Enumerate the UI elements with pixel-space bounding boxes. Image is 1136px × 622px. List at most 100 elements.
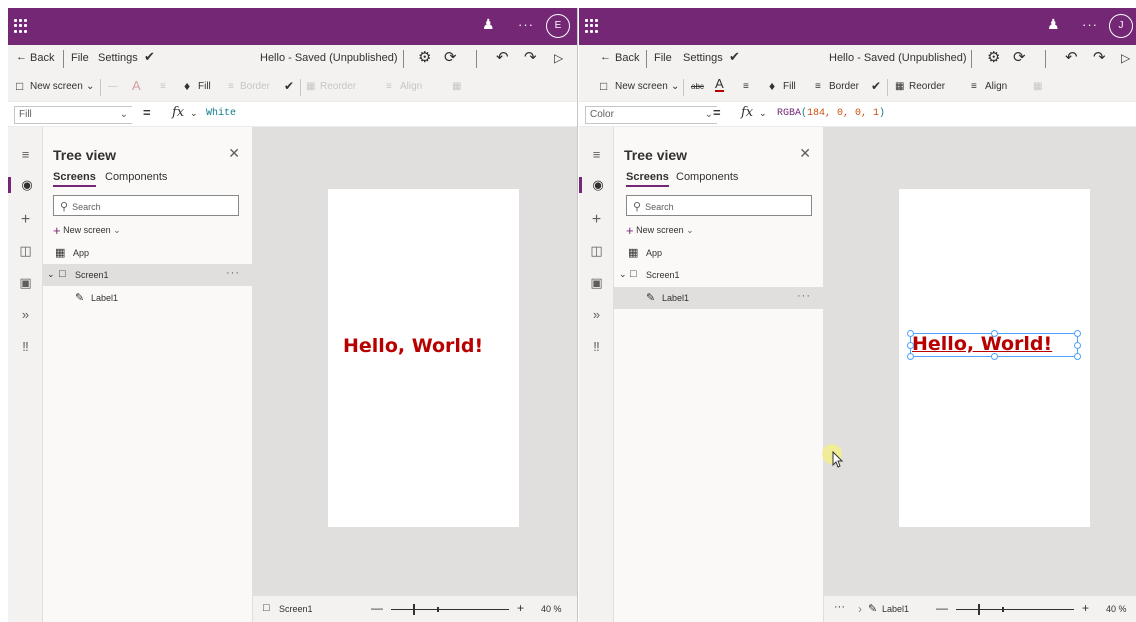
design-canvas[interactable]: Hello, World! [253, 127, 577, 595]
undo-icon[interactable]: ↶ [1065, 48, 1078, 66]
tab-components[interactable]: Components [676, 171, 738, 183]
user-avatar[interactable]: E [546, 14, 570, 38]
new-screen-menu[interactable]: New screen [615, 81, 668, 92]
zoom-in-button[interactable]: + [517, 601, 524, 615]
screen-preview[interactable]: Hello, World! [899, 189, 1090, 527]
chevron-down-icon[interactable]: ⌄ [759, 108, 767, 119]
selected-item[interactable]: Screen1 [279, 604, 313, 614]
media-icon[interactable]: ▣ [8, 275, 43, 291]
tree-item-app[interactable]: ▦ App [43, 242, 252, 264]
group-icon[interactable]: ▦ [452, 81, 461, 92]
chevron-down-icon[interactable]: ⌄ [47, 269, 55, 280]
play-icon[interactable]: ▷ [554, 51, 563, 65]
selected-item[interactable]: Label1 [882, 604, 909, 614]
function-icon[interactable]: fx [741, 105, 753, 120]
text-align-icon[interactable]: ≡ [160, 81, 166, 92]
settings-menu[interactable]: Settings [98, 52, 138, 64]
tree-item-label1[interactable]: ✎ Label1 ··· [614, 287, 823, 309]
formula-input[interactable]: RGBA(184, 0, 0, 1) [777, 108, 885, 119]
collaborators-icon[interactable]: ♟ [482, 16, 495, 33]
new-screen-menu[interactable]: New screen [30, 81, 83, 92]
reorder-menu[interactable]: Reorder [320, 81, 356, 92]
advanced-tools-icon[interactable]: ‼ [8, 339, 43, 354]
app-launcher-icon[interactable] [585, 19, 599, 33]
reorder-menu[interactable]: Reorder [909, 81, 945, 92]
reorder-icon[interactable]: ▦ [306, 81, 315, 92]
close-icon[interactable]: ✕ [799, 145, 811, 162]
zoom-slider-thumb[interactable] [413, 604, 415, 615]
strikethrough-icon[interactable]: — [108, 81, 118, 92]
resize-handle[interactable] [1074, 353, 1081, 360]
tree-item-label1[interactable]: ✎ Label1 [43, 287, 252, 309]
text-align-icon[interactable]: ≡ [743, 81, 749, 92]
breadcrumb-overflow[interactable]: ··· [834, 601, 845, 613]
media-icon[interactable]: ▣ [579, 275, 614, 291]
zoom-out-button[interactable]: — [371, 601, 383, 615]
function-icon[interactable]: fx [172, 105, 184, 120]
align-menu[interactable]: Align [400, 81, 422, 92]
zoom-in-button[interactable]: + [1082, 601, 1089, 615]
search-input[interactable]: ⚲ Search [626, 195, 812, 216]
more-options-icon[interactable]: ··· [797, 290, 811, 302]
chevron-down-icon[interactable]: ⌄ [671, 81, 679, 92]
back-arrow-icon[interactable]: ← [16, 51, 27, 63]
chevron-down-icon[interactable]: ✔ [144, 49, 155, 65]
align-icon[interactable]: ≡ [971, 81, 977, 92]
property-dropdown[interactable]: Color ⌄ [585, 106, 717, 124]
property-dropdown[interactable]: Fill ⌄ [14, 106, 132, 124]
tree-item-app[interactable]: ▦ App [614, 242, 823, 264]
more-options-icon[interactable]: ··· [1082, 17, 1098, 32]
redo-icon[interactable]: ↷ [1093, 48, 1106, 66]
font-color-icon[interactable]: A [132, 78, 141, 93]
resize-handle[interactable] [991, 353, 998, 360]
file-menu[interactable]: File [654, 52, 672, 64]
zoom-out-button[interactable]: — [936, 601, 948, 615]
label-hello-world[interactable]: Hello, World! [912, 333, 1052, 355]
hamburger-icon[interactable]: ≡ [579, 147, 614, 162]
data-icon[interactable]: ◫ [579, 243, 614, 259]
app-checker-icon[interactable]: ⚙ [987, 48, 1000, 66]
resize-handle[interactable] [907, 342, 914, 349]
more-options-icon[interactable]: ··· [226, 267, 240, 279]
app-launcher-icon[interactable] [14, 19, 28, 33]
screen-preview[interactable]: Hello, World! [328, 189, 519, 527]
more-options-icon[interactable]: ··· [518, 17, 534, 32]
resize-handle[interactable] [1074, 342, 1081, 349]
border-menu[interactable]: Border [829, 81, 859, 92]
tab-screens[interactable]: Screens [53, 171, 96, 187]
file-menu[interactable]: File [71, 52, 89, 64]
undo-icon[interactable]: ↶ [496, 48, 509, 66]
advanced-tools-icon[interactable]: ‼ [579, 339, 614, 354]
zoom-slider[interactable] [391, 609, 509, 610]
search-input[interactable]: ⚲ Search [53, 195, 239, 216]
zoom-slider[interactable] [956, 609, 1074, 610]
app-checker-icon[interactable]: ⚙ [418, 48, 431, 66]
back-arrow-icon[interactable]: ← [600, 51, 611, 63]
chevron-down-icon[interactable]: ✔ [284, 79, 294, 93]
fill-icon[interactable]: ♦ [184, 79, 190, 93]
hamburger-icon[interactable]: ≡ [8, 147, 43, 162]
refresh-icon[interactable]: ⟳ [1013, 48, 1026, 66]
font-color-icon[interactable]: A [715, 77, 724, 92]
resize-handle[interactable] [1074, 330, 1081, 337]
new-screen-button[interactable]: + New screen ⌄ [626, 223, 694, 238]
selection-box[interactable]: Hello, World! [907, 330, 1081, 360]
power-automate-icon[interactable]: » [8, 307, 43, 322]
data-icon[interactable]: ◫ [8, 243, 43, 259]
insert-icon[interactable]: + [579, 211, 614, 229]
zoom-slider-thumb[interactable] [978, 604, 980, 615]
new-screen-button[interactable]: + New screen ⌄ [53, 223, 121, 238]
tab-components[interactable]: Components [105, 171, 167, 183]
resize-handle[interactable] [991, 330, 998, 337]
close-icon[interactable]: ✕ [228, 145, 240, 162]
border-menu[interactable]: Border [240, 81, 270, 92]
settings-menu[interactable]: Settings [683, 52, 723, 64]
fill-menu[interactable]: Fill [198, 81, 211, 92]
new-screen-icon[interactable]: □ [16, 79, 23, 93]
collaborators-icon[interactable]: ♟ [1047, 16, 1060, 33]
layers-icon[interactable]: ◉ [579, 177, 614, 193]
chevron-down-icon[interactable]: ⌄ [619, 269, 627, 280]
resize-handle[interactable] [907, 330, 914, 337]
border-icon[interactable]: ≡ [815, 81, 821, 92]
power-automate-icon[interactable]: » [579, 307, 614, 322]
